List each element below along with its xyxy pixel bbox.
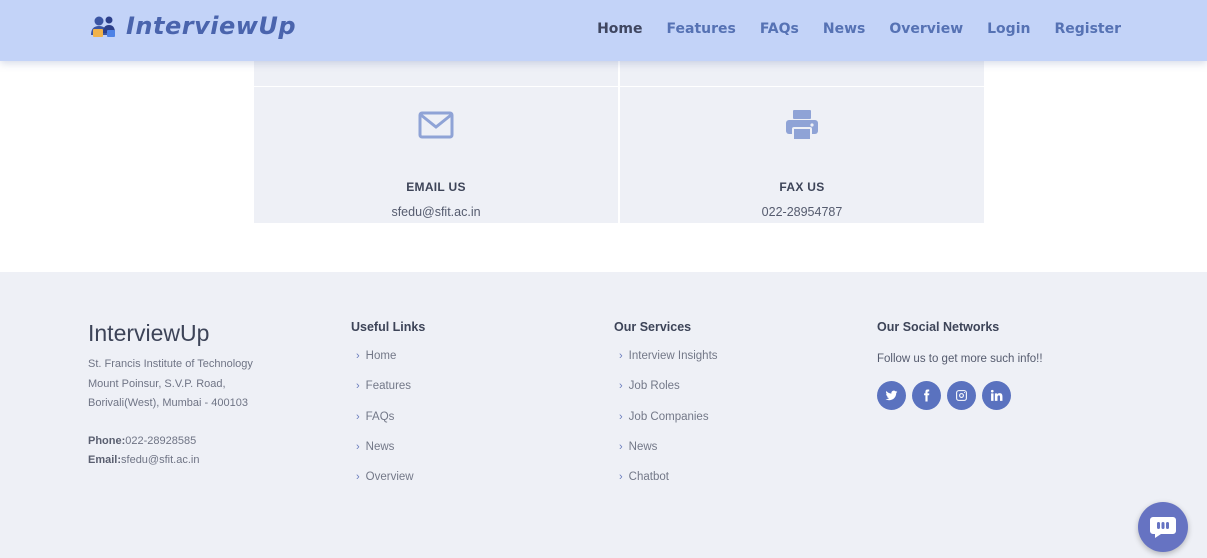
footer-link-home[interactable]: › Home [356,350,414,380]
footer-contact: Phone:022-28928585 Email:sfedu@sfit.ac.i… [88,432,199,470]
footer-link-features[interactable]: › Features [356,380,414,410]
chevron-right-icon: › [356,471,360,484]
contact-cards: EMAIL US sfedu@sfit.ac.in FAX US 022-289… [254,61,984,223]
chevron-right-icon: › [619,350,623,362]
social-text: Follow us to get more such info!! [877,353,1043,365]
footer-link-overview[interactable]: › Overview [356,471,414,501]
email-row: Email:sfedu@sfit.ac.in [88,451,199,470]
chevron-right-icon: › [356,350,360,362]
chevron-right-icon: › [619,410,623,423]
link-label: Interview Insights [628,350,718,362]
email-card-title: EMAIL US [406,180,466,194]
instagram-icon [956,390,967,401]
nav-home[interactable]: Home [597,21,642,37]
facebook-icon [924,389,930,402]
email-card: EMAIL US sfedu@sfit.ac.in [254,87,618,223]
footer-link-news[interactable]: › News [356,441,414,471]
printer-icon [786,110,818,141]
fax-card-title: FAX US [779,180,825,194]
chevron-right-icon: › [619,440,623,453]
footer-link-faqs[interactable]: › FAQs [356,411,414,441]
chevron-right-icon: › [356,380,360,393]
people-icon [91,16,115,37]
address-line: Mount Poinsur, S.V.P. Road, [88,377,226,390]
phone-label: Phone: [88,435,126,447]
service-news[interactable]: › News [619,441,718,471]
chevron-right-icon: › [619,471,623,484]
phone-row: Phone:022-28928585 [88,432,199,451]
service-job-roles[interactable]: › Job Roles [619,380,718,410]
footer: InterviewUp St. Francis Institute of Tec… [0,272,1207,558]
instagram-button[interactable] [947,381,976,410]
linkedin-icon [990,389,1003,401]
nav-login[interactable]: Login [987,21,1030,37]
link-label: Home [365,350,397,362]
link-label: News [628,440,658,453]
link-label: FAQs [365,410,395,423]
brand-name: InterviewUp [126,12,297,40]
useful-links-list: › Home › Features › FAQs › News › Overview [356,350,414,501]
link-label: Chatbot [628,471,669,484]
nav-features[interactable]: Features [667,21,736,37]
card-top-left [254,61,618,86]
link-label: Job Companies [628,410,709,423]
top-navbar: InterviewUp Home Features FAQs News Over… [0,0,1207,61]
useful-links-title: Useful Links [351,320,426,334]
social-links [877,381,1011,410]
chevron-right-icon: › [619,380,623,393]
email-label: Email: [88,454,122,466]
link-label: Job Roles [628,380,680,393]
footer-address: St. Francis Institute of Technology Moun… [88,355,253,414]
linkedin-button[interactable] [982,381,1011,410]
nav-overview[interactable]: Overview [889,21,963,37]
twitter-button[interactable] [877,381,906,410]
link-label: Features [365,380,412,393]
service-job-companies[interactable]: › Job Companies [619,411,718,441]
address-line: St. Francis Institute of Technology [88,358,253,370]
main-nav: Home Features FAQs News Overview Login R… [573,21,1121,37]
nav-register[interactable]: Register [1054,21,1121,37]
services-title: Our Services [614,320,692,334]
footer-brand: InterviewUp [88,320,210,346]
fax-card: FAX US 022-28954787 [620,87,984,223]
email-card-value[interactable]: sfedu@sfit.ac.in [254,205,618,219]
link-label: Overview [365,471,414,484]
chevron-right-icon: › [356,410,360,423]
services-list: › Interview Insights › Job Roles › Job Comp… [619,350,718,501]
card-top-right [620,61,984,86]
envelope-icon [418,111,454,139]
address-line: Borivali(West), Mumbai - 400103 [88,397,248,409]
phone-value: 022-28928585 [125,435,197,447]
chat-bubble-icon [1150,517,1176,538]
link-label: News [365,440,395,453]
chevron-right-icon: › [356,440,360,453]
brand-logo[interactable]: InterviewUp [90,12,296,40]
facebook-button[interactable] [912,381,941,410]
email-value[interactable]: sfedu@sfit.ac.in [121,454,199,466]
service-chatbot[interactable]: › Chatbot [619,471,718,501]
fax-card-value: 022-28954787 [761,205,843,219]
social-title: Our Social Networks [877,320,1000,334]
nav-news[interactable]: News [823,21,865,37]
twitter-icon [885,390,898,401]
chatbot-launcher[interactable] [1138,502,1188,552]
service-interview-insights[interactable]: › Interview Insights [619,350,718,380]
nav-faqs[interactable]: FAQs [760,21,799,37]
